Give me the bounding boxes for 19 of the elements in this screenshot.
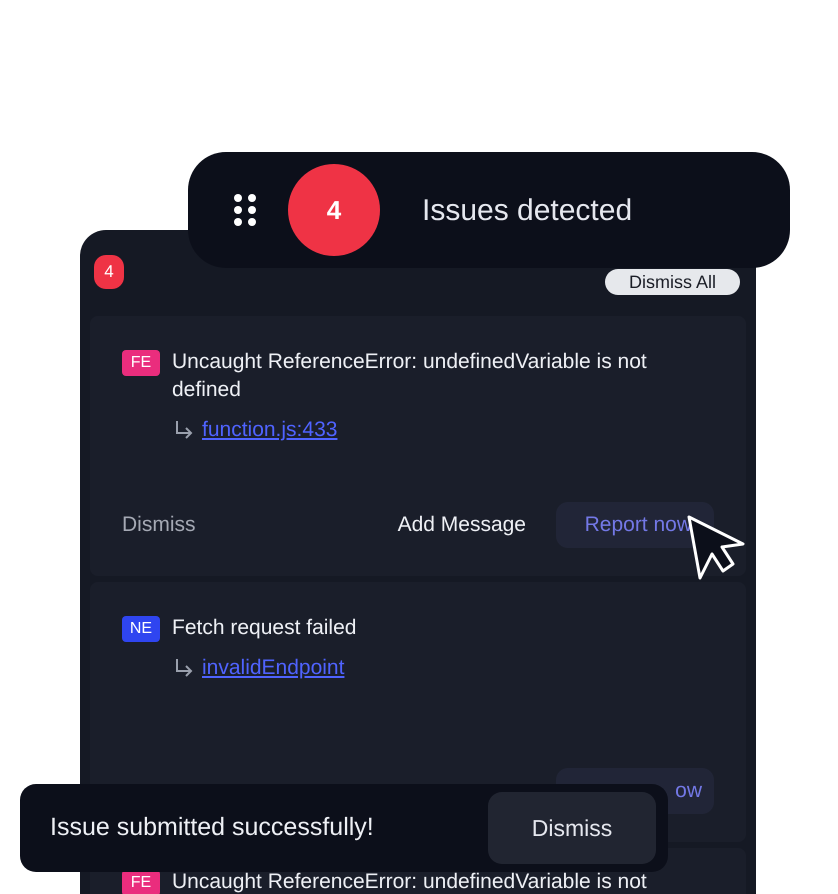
source-link[interactable]: function.js:433 bbox=[202, 414, 338, 446]
error-message: Uncaught ReferenceError: undefinedVariable is not bbox=[172, 869, 647, 894]
issue-type-tag: FE bbox=[122, 350, 160, 376]
dismiss-button[interactable]: Dismiss bbox=[122, 509, 196, 541]
return-arrow-icon bbox=[174, 420, 194, 440]
drag-handle-icon[interactable] bbox=[234, 194, 256, 226]
error-message: Fetch request failed bbox=[172, 615, 356, 641]
issue-type-tag: FE bbox=[122, 870, 160, 894]
add-message-button[interactable]: Add Message bbox=[398, 509, 526, 541]
issue-type-tag: NE bbox=[122, 616, 160, 642]
return-arrow-icon bbox=[174, 658, 194, 678]
summary-title: Issues detected bbox=[422, 192, 632, 228]
count-badge: 4 bbox=[288, 164, 380, 256]
error-message: Uncaught ReferenceError: undefinedVariable is not defined bbox=[172, 349, 648, 403]
count-badge: 4 bbox=[94, 255, 124, 289]
dismiss-button[interactable]: Dismiss bbox=[488, 792, 656, 864]
source-link[interactable]: invalidEndpoint bbox=[202, 652, 344, 684]
toast-message: Issue submitted successfully! bbox=[50, 812, 374, 844]
dismiss-all-button[interactable]: Dismiss All bbox=[604, 269, 740, 295]
